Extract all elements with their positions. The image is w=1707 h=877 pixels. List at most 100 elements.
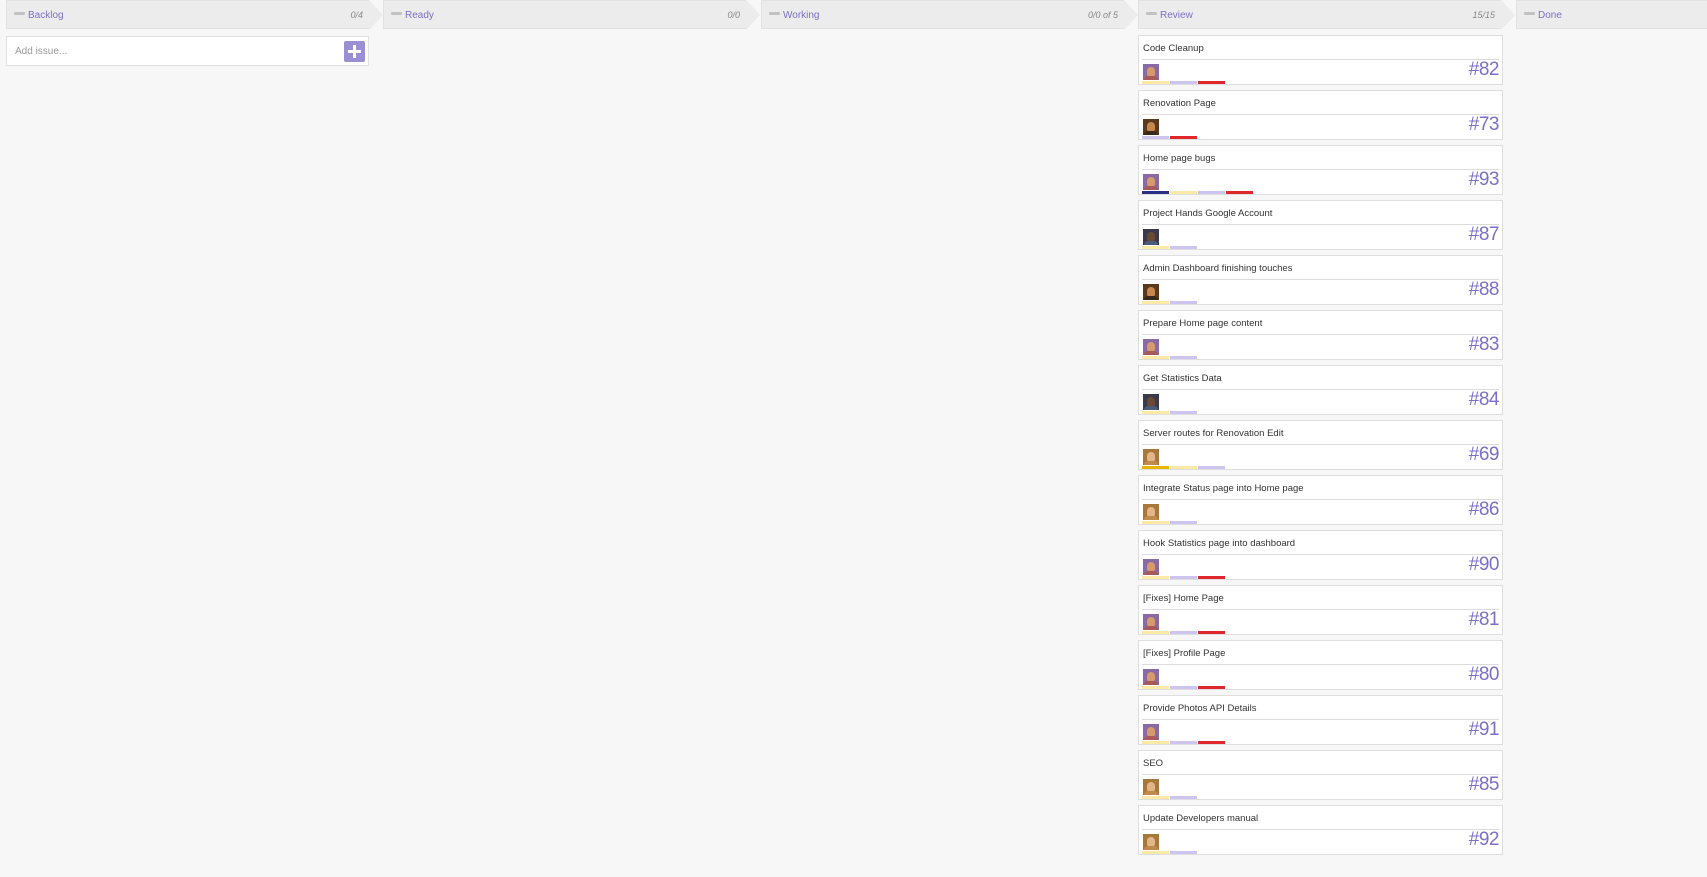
issue-card[interactable]: Server routes for Renovation Edit #69 [1138,420,1503,470]
issue-labels [1142,851,1272,854]
card-divider [1142,389,1499,390]
issue-title[interactable]: Home page bugs [1143,153,1215,164]
assignee-avatar[interactable] [1143,504,1159,520]
column-title[interactable]: Backlog [28,10,64,21]
review-card-list: Code Cleanup #82 Renovation Page #73 Hom… [1138,35,1503,860]
column-header-backlog[interactable]: Backlog 0/4 [6,0,383,30]
issue-number[interactable]: #81 [1469,609,1500,631]
assignee-avatar[interactable] [1143,724,1159,740]
issue-number[interactable]: #91 [1469,719,1500,741]
label-bar [1170,686,1197,689]
column-header-ready[interactable]: Ready 0/0 [383,0,760,30]
issue-card[interactable]: Integrate Status page into Home page #86 [1138,475,1503,525]
issue-card[interactable]: Get Statistics Data #84 [1138,365,1503,415]
label-bar [1142,301,1169,304]
issue-number[interactable]: #92 [1469,829,1500,851]
column-done: Done [1516,0,1707,29]
issue-title[interactable]: Code Cleanup [1143,43,1204,54]
issue-card[interactable]: Code Cleanup #82 [1138,35,1503,85]
label-bar [1170,631,1197,634]
issue-title[interactable]: Hook Statistics page into dashboard [1143,538,1295,549]
label-bar [1170,356,1197,359]
collapse-icon[interactable] [1524,12,1535,15]
issue-title[interactable]: Integrate Status page into Home page [1143,483,1304,494]
assignee-avatar[interactable] [1143,119,1159,135]
assignee-avatar[interactable] [1143,834,1159,850]
issue-number[interactable]: #69 [1469,444,1500,466]
issue-title[interactable]: Prepare Home page content [1143,318,1262,329]
issue-labels [1142,796,1272,799]
add-issue-form [6,36,369,66]
collapse-icon[interactable] [1146,12,1157,15]
column-header-review[interactable]: Review 15/15 [1138,0,1515,30]
add-issue-button[interactable] [344,41,365,62]
issue-title[interactable]: Provide Photos API Details [1143,703,1257,714]
issue-card[interactable]: [Fixes] Profile Page #80 [1138,640,1503,690]
issue-card[interactable]: SEO #85 [1138,750,1503,800]
assignee-avatar[interactable] [1143,559,1159,575]
issue-title[interactable]: Project Hands Google Account [1143,208,1272,219]
issue-number[interactable]: #73 [1469,114,1500,136]
card-divider [1142,829,1499,830]
collapse-icon[interactable] [391,12,402,15]
issue-number[interactable]: #85 [1469,774,1500,796]
label-bar [1142,576,1169,579]
issue-card[interactable]: Update Developers manual #92 [1138,805,1503,855]
add-issue-input[interactable] [7,37,341,65]
issue-title[interactable]: SEO [1143,758,1163,769]
issue-number[interactable]: #93 [1469,169,1500,191]
issue-card[interactable]: Project Hands Google Account #87 [1138,200,1503,250]
issue-number[interactable]: #83 [1469,334,1500,356]
column-header-done[interactable]: Done [1516,0,1707,29]
issue-number[interactable]: #82 [1469,59,1500,81]
issue-title[interactable]: [Fixes] Profile Page [1143,648,1225,659]
issue-title[interactable]: Renovation Page [1143,98,1216,109]
issue-card[interactable]: Hook Statistics page into dashboard #90 [1138,530,1503,580]
column-title[interactable]: Done [1538,10,1562,21]
assignee-avatar[interactable] [1143,174,1159,190]
column-title[interactable]: Working [783,10,820,21]
assignee-avatar[interactable] [1143,229,1159,245]
issue-card[interactable]: [Fixes] Home Page #81 [1138,585,1503,635]
issue-number[interactable]: #86 [1469,499,1500,521]
issue-number[interactable]: #90 [1469,554,1500,576]
issue-card[interactable]: Provide Photos API Details #91 [1138,695,1503,745]
card-divider [1142,664,1499,665]
card-divider [1142,499,1499,500]
label-bar [1170,851,1197,854]
issue-number[interactable]: #88 [1469,279,1500,301]
issue-card[interactable]: Prepare Home page content #83 [1138,310,1503,360]
issue-title[interactable]: [Fixes] Home Page [1143,593,1224,604]
issue-card[interactable]: Admin Dashboard finishing touches #88 [1138,255,1503,305]
assignee-avatar[interactable] [1143,64,1159,80]
label-bar [1198,466,1225,469]
assignee-avatar[interactable] [1143,779,1159,795]
column-title[interactable]: Review [1160,10,1193,21]
label-bar [1142,356,1169,359]
assignee-avatar[interactable] [1143,449,1159,465]
column-count: 0/4 [350,10,363,20]
assignee-avatar[interactable] [1143,284,1159,300]
column-title[interactable]: Ready [405,10,434,21]
issue-title[interactable]: Admin Dashboard finishing touches [1143,263,1292,274]
assignee-avatar[interactable] [1143,339,1159,355]
issue-number[interactable]: #80 [1469,664,1500,686]
assignee-avatar[interactable] [1143,669,1159,685]
assignee-avatar[interactable] [1143,394,1159,410]
issue-labels [1142,301,1272,304]
issue-title[interactable]: Update Developers manual [1143,813,1258,824]
issue-title[interactable]: Server routes for Renovation Edit [1143,428,1283,439]
issue-labels [1142,136,1272,139]
issue-card[interactable]: Home page bugs #93 [1138,145,1503,195]
collapse-icon[interactable] [769,12,780,15]
assignee-avatar[interactable] [1143,614,1159,630]
issue-card[interactable]: Renovation Page #73 [1138,90,1503,140]
column-header-working[interactable]: Working 0/0 of 5 [761,0,1138,30]
issue-number[interactable]: #87 [1469,224,1500,246]
card-divider [1142,334,1499,335]
issue-labels [1142,411,1272,414]
label-bar [1170,246,1197,249]
issue-number[interactable]: #84 [1469,389,1500,411]
issue-title[interactable]: Get Statistics Data [1143,373,1222,384]
collapse-icon[interactable] [14,12,25,15]
